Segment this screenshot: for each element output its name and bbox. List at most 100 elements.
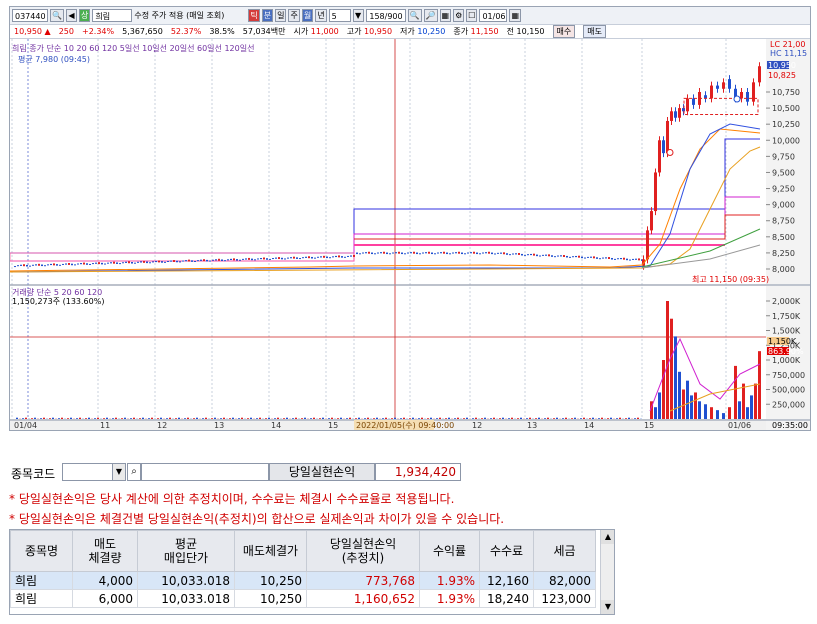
volume-bar bbox=[625, 418, 627, 419]
col-sell[interactable]: 매도체결가 bbox=[234, 530, 307, 572]
adjusted-price-checkbox[interactable]: 수정 주가 적용 (매일 조회) bbox=[134, 10, 246, 21]
volume-bar bbox=[106, 417, 108, 419]
candle bbox=[41, 264, 43, 267]
volume-bar bbox=[175, 418, 177, 419]
volume-bar bbox=[589, 418, 591, 419]
calendar-checkbox[interactable]: ☐ bbox=[466, 9, 478, 22]
table-row[interactable]: 희림 6,000 10,033.018 10,250 1,160,652 1.9… bbox=[10, 589, 596, 608]
price-tick-label: 10,250 bbox=[772, 120, 800, 129]
period-week[interactable]: 주 bbox=[288, 9, 300, 22]
stock-code-input[interactable]: 037440 bbox=[12, 9, 48, 22]
period-minute[interactable]: 분 bbox=[261, 9, 274, 22]
scroll-up-icon[interactable]: ▲ bbox=[601, 530, 614, 544]
volume-bar bbox=[466, 417, 468, 419]
sell-button[interactable]: 매도 bbox=[583, 25, 606, 38]
prev-arrow-icon[interactable]: ◀ bbox=[65, 9, 77, 22]
candle bbox=[617, 258, 619, 260]
calendar-icon[interactable]: ▦ bbox=[509, 9, 521, 22]
candle bbox=[26, 264, 28, 267]
candle bbox=[629, 259, 631, 261]
interval-dropdown-icon[interactable]: ▼ bbox=[352, 9, 364, 22]
col-tax[interactable]: 세금 bbox=[533, 530, 596, 572]
prev-price: 전 10,150 bbox=[506, 27, 545, 36]
volume-bar bbox=[373, 418, 375, 419]
search-icon[interactable]: 🔍 bbox=[50, 9, 64, 22]
zoom-out-icon[interactable]: 🔎 bbox=[423, 9, 438, 22]
settings-gear-icon[interactable]: ⚙ bbox=[453, 9, 465, 22]
volume-bar bbox=[750, 395, 753, 419]
search-icon[interactable]: ⌕ bbox=[127, 463, 141, 481]
table-scrollbar[interactable]: ▲ ▼ bbox=[600, 530, 614, 614]
candle bbox=[113, 261, 115, 264]
zoom-in-icon[interactable]: 🔍 bbox=[407, 9, 422, 22]
stock-code-combo[interactable]: ▼ bbox=[62, 463, 126, 481]
candle bbox=[746, 92, 749, 102]
stock-name-field[interactable]: 희림 bbox=[92, 9, 133, 22]
volume-tick-label: 1,500K bbox=[772, 327, 801, 336]
price-tick-label: 10,000 bbox=[772, 136, 800, 145]
col-qty[interactable]: 매도 체결량 bbox=[72, 530, 138, 572]
col-fee[interactable]: 수수료 bbox=[479, 530, 534, 572]
price-tick-label: 9,750 bbox=[772, 152, 795, 161]
col-pnl[interactable]: 당일실현손익 (추정치) bbox=[306, 530, 420, 572]
period-day[interactable]: 일 bbox=[275, 9, 287, 22]
candle bbox=[371, 252, 373, 255]
volume-info: 1,150,273주 (133.60%) bbox=[12, 297, 104, 306]
volume-bar bbox=[738, 401, 741, 419]
volume-bar bbox=[229, 418, 231, 419]
stock-name-input[interactable] bbox=[141, 463, 269, 481]
chart-toolbar: 037440 🔍 ◀ 상 희림 수정 주가 적용 (매일 조회) 틱 분 일 주… bbox=[10, 7, 810, 25]
candle bbox=[476, 252, 478, 255]
cell-avg: 10,033.018 bbox=[137, 589, 235, 608]
volume-bar bbox=[214, 417, 216, 419]
candle bbox=[614, 258, 616, 260]
candle bbox=[281, 257, 283, 260]
current-price: 10,950 ▲ bbox=[14, 27, 51, 36]
period-month[interactable]: 월 bbox=[301, 9, 314, 22]
period-year[interactable]: 년 bbox=[315, 9, 327, 22]
candle bbox=[17, 265, 19, 267]
col-rate[interactable]: 수익률 bbox=[419, 530, 480, 572]
col-name[interactable]: 종목명 bbox=[10, 530, 73, 572]
volume-bar bbox=[205, 417, 207, 419]
interval-select[interactable]: 5 bbox=[328, 9, 351, 22]
candle bbox=[434, 253, 436, 255]
col-avg[interactable]: 평균 매입단가 bbox=[137, 530, 235, 572]
candle bbox=[248, 257, 250, 260]
candle bbox=[674, 111, 677, 118]
buy-button[interactable]: 매수 bbox=[552, 25, 576, 38]
volume-bar bbox=[43, 417, 45, 419]
cell-fee: 12,160 bbox=[479, 571, 534, 590]
candle bbox=[666, 120, 669, 154]
volume-bar bbox=[112, 418, 114, 419]
date-field[interactable]: 01/06 bbox=[479, 9, 508, 22]
candle bbox=[575, 255, 577, 258]
volume-bar bbox=[682, 389, 685, 419]
volume-bar bbox=[358, 417, 360, 419]
volume-bar bbox=[448, 417, 450, 419]
volume-bar bbox=[25, 417, 27, 419]
candle bbox=[38, 263, 40, 266]
candle bbox=[410, 252, 412, 254]
count-field: 158/900 bbox=[365, 9, 406, 22]
candle bbox=[77, 263, 79, 265]
volume-bar bbox=[67, 418, 69, 419]
stock-chart[interactable]: 10,750 10,500 10,250 10,000 9,750 9,500 9,250 9… bbox=[10, 39, 810, 430]
candle bbox=[305, 256, 307, 258]
candle bbox=[539, 255, 541, 257]
chart-grid-icon[interactable]: ▦ bbox=[439, 9, 452, 22]
table-row[interactable]: 희림 4,000 10,033.018 10,250 773,768 1.93%… bbox=[10, 571, 596, 590]
candle bbox=[554, 256, 556, 258]
candle bbox=[317, 256, 319, 258]
chevron-down-icon[interactable]: ▼ bbox=[112, 464, 125, 480]
volume-legend: 거래량 단순 5 20 60 120 bbox=[12, 287, 102, 297]
candle bbox=[512, 253, 514, 255]
scroll-down-icon[interactable]: ▼ bbox=[601, 600, 614, 614]
volume-bar bbox=[304, 417, 306, 419]
candle bbox=[239, 259, 241, 261]
volume-bar bbox=[340, 417, 342, 419]
period-tick[interactable]: 틱 bbox=[248, 9, 260, 22]
candle bbox=[47, 264, 49, 266]
volume-bar bbox=[367, 417, 369, 419]
volume-bar bbox=[666, 301, 669, 419]
